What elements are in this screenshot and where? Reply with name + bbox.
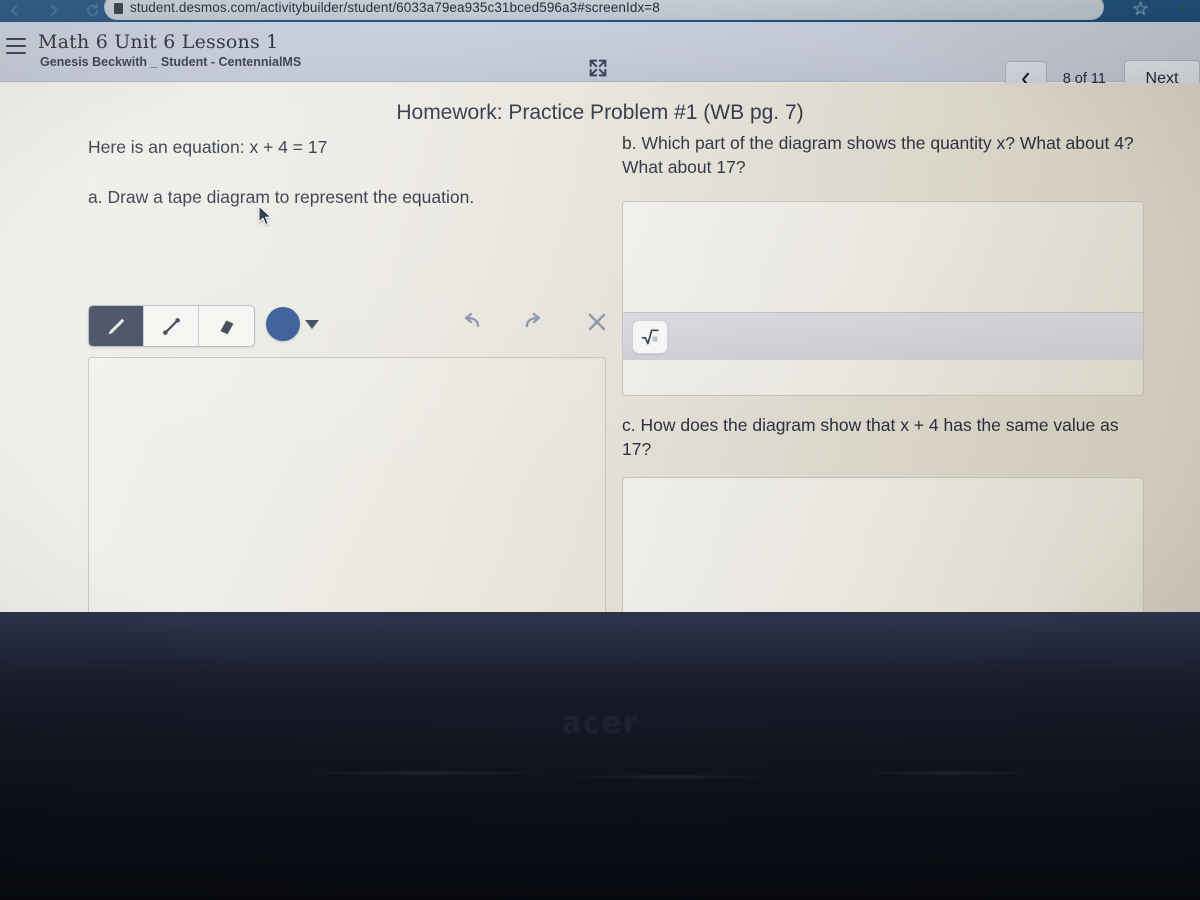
lock-icon <box>114 2 123 14</box>
right-pane: b. Which part of the diagram shows the q… <box>622 131 1144 179</box>
laptop-body <box>0 612 1200 900</box>
equation-prompt: Here is an equation: x + 4 = 17 <box>88 137 328 157</box>
url-text: student.desmos.com/activitybuilder/stude… <box>130 0 660 15</box>
line-segment-icon <box>162 317 180 335</box>
undo-button[interactable] <box>458 307 484 337</box>
class-subtitle: Genesis Beckwith _ Student - CentennialM… <box>40 55 302 69</box>
browser-toolbar: student.desmos.com/activitybuilder/stude… <box>0 0 1200 22</box>
url-bar[interactable]: student.desmos.com/activitybuilder/stude… <box>104 0 1104 20</box>
close-x-icon <box>588 313 606 331</box>
color-picker[interactable] <box>266 307 319 341</box>
star-icon[interactable]: ☆ <box>1132 0 1149 20</box>
chromebook-screen: student.desmos.com/activitybuilder/stude… <box>0 0 1200 615</box>
undo-arrow-icon <box>464 312 480 328</box>
part-b-prompt: b. Which part of the diagram shows the q… <box>622 133 1134 178</box>
line-tool[interactable] <box>144 306 199 346</box>
page-title: Math 6 Unit 6 Lessons 1 <box>38 31 279 53</box>
left-pane: Here is an equation: x + 4 = 17 a. Draw … <box>88 135 608 209</box>
redo-arrow-icon <box>525 312 541 328</box>
answer-input-c[interactable] <box>623 478 1143 588</box>
redo-button[interactable] <box>521 307 547 337</box>
math-keyboard-button-b[interactable] <box>632 319 668 354</box>
activity-header: Math 6 Unit 6 Lessons 1 Genesis Beckwith… <box>0 22 1200 98</box>
hinge-highlight-center <box>560 776 780 778</box>
history-tools <box>458 307 610 337</box>
fullscreen-expand-icon[interactable] <box>587 57 609 79</box>
puzzle-icon[interactable]: ✦ <box>1175 0 1191 20</box>
hinge-highlight-left <box>290 772 560 774</box>
answer-box-c[interactable] <box>622 477 1144 615</box>
laptop-photo: student.desmos.com/activitybuilder/stude… <box>0 0 1200 900</box>
square-root-icon <box>641 329 659 344</box>
answer-input-b[interactable] <box>623 202 1143 312</box>
eraser-icon <box>220 320 234 334</box>
clear-button[interactable] <box>584 307 610 337</box>
part-c-prompt: c. How does the diagram show that x + 4 … <box>622 415 1119 460</box>
chevron-down-icon[interactable] <box>305 319 319 329</box>
brand-logo: acer <box>561 706 639 741</box>
back-arrow-icon[interactable] <box>6 2 23 19</box>
pencil-icon <box>107 318 124 335</box>
reload-icon[interactable] <box>84 2 101 19</box>
current-color-swatch[interactable] <box>266 307 300 341</box>
tool-group <box>88 305 255 347</box>
eraser-tool[interactable] <box>199 306 254 346</box>
activity-content: Homework: Practice Problem #1 (WB pg. 7)… <box>0 83 1200 615</box>
screen-title: Homework: Practice Problem #1 (WB pg. 7) <box>396 101 804 124</box>
browser-nav-buttons <box>6 0 101 20</box>
part-a-prompt: a. Draw a tape diagram to represent the … <box>88 187 475 208</box>
forward-arrow-icon[interactable] <box>45 2 62 19</box>
hinge-highlight-right <box>860 772 1040 774</box>
answer-box-b[interactable] <box>622 201 1144 396</box>
drawing-canvas[interactable] <box>88 357 606 615</box>
answer-b-footer <box>623 312 1143 360</box>
drawing-toolbar <box>88 305 608 347</box>
hamburger-menu-icon[interactable] <box>6 38 26 54</box>
pencil-tool[interactable] <box>89 306 144 346</box>
